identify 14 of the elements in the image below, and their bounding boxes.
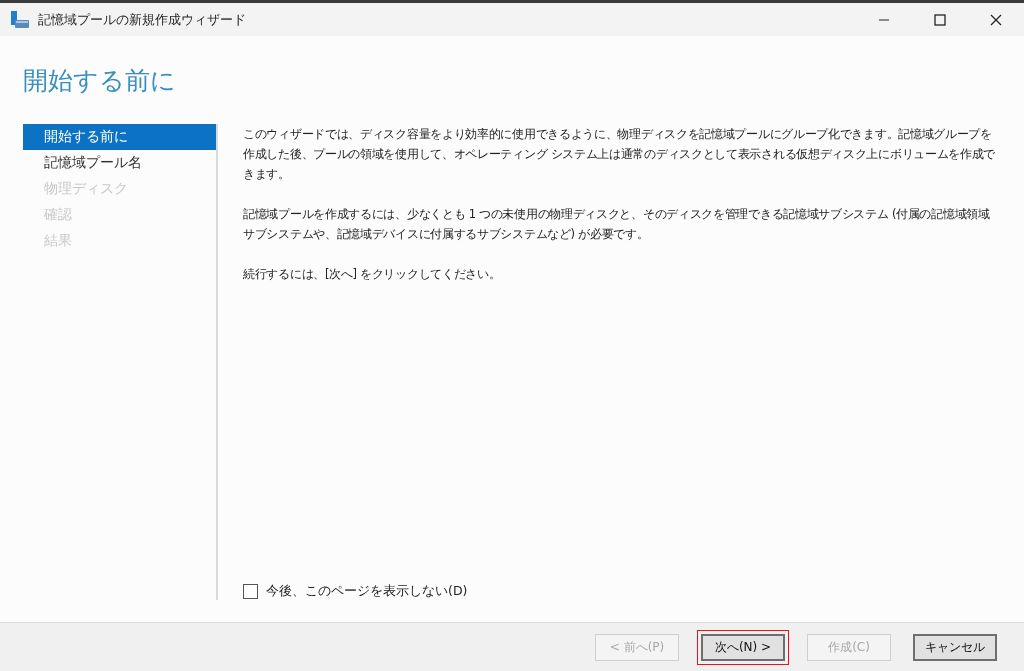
checkbox-label: 今後、このページを表示しない(D) — [266, 583, 468, 600]
wizard-button[interactable]: 次へ(N) > — [701, 633, 785, 661]
description-text: 記憶域プールを作成するには、少なくとも 1 つの未使用の物理ディスクと、そのディスクを管理できる記憶域サブシステム (付属の記憶域領域サブシステムや、記憶域デバイスに付属するサブシステムなど) が必要です。 — [243, 206, 991, 243]
storage-pool-icon — [10, 10, 30, 29]
step-item[interactable]: 開始する前に — [23, 124, 216, 150]
window-title: 記憶域プールの新規作成ウィザード — [38, 10, 247, 29]
description-text: このウィザードでは、ディスク容量をより効率的に使用できるように、物理ディスクを記憶域プールにグループ化できます。記憶域グループを作成した後、プールの領域を使用して、オペレーティング システム上は通常のディスクとして表示される仮想ディスク上にボリュームを作成できます。 — [243, 126, 997, 183]
step-item[interactable]: 記憶域プール名 — [23, 150, 216, 176]
maximize-icon — [934, 13, 946, 26]
description-text: 続行するには、[次へ] をクリックしてください。 — [243, 266, 502, 283]
wizard-button[interactable]: キャンセル — [913, 633, 997, 661]
page-heading: 開始する前に — [22, 65, 177, 96]
checkbox[interactable] — [243, 584, 258, 599]
close-icon — [990, 13, 1002, 26]
